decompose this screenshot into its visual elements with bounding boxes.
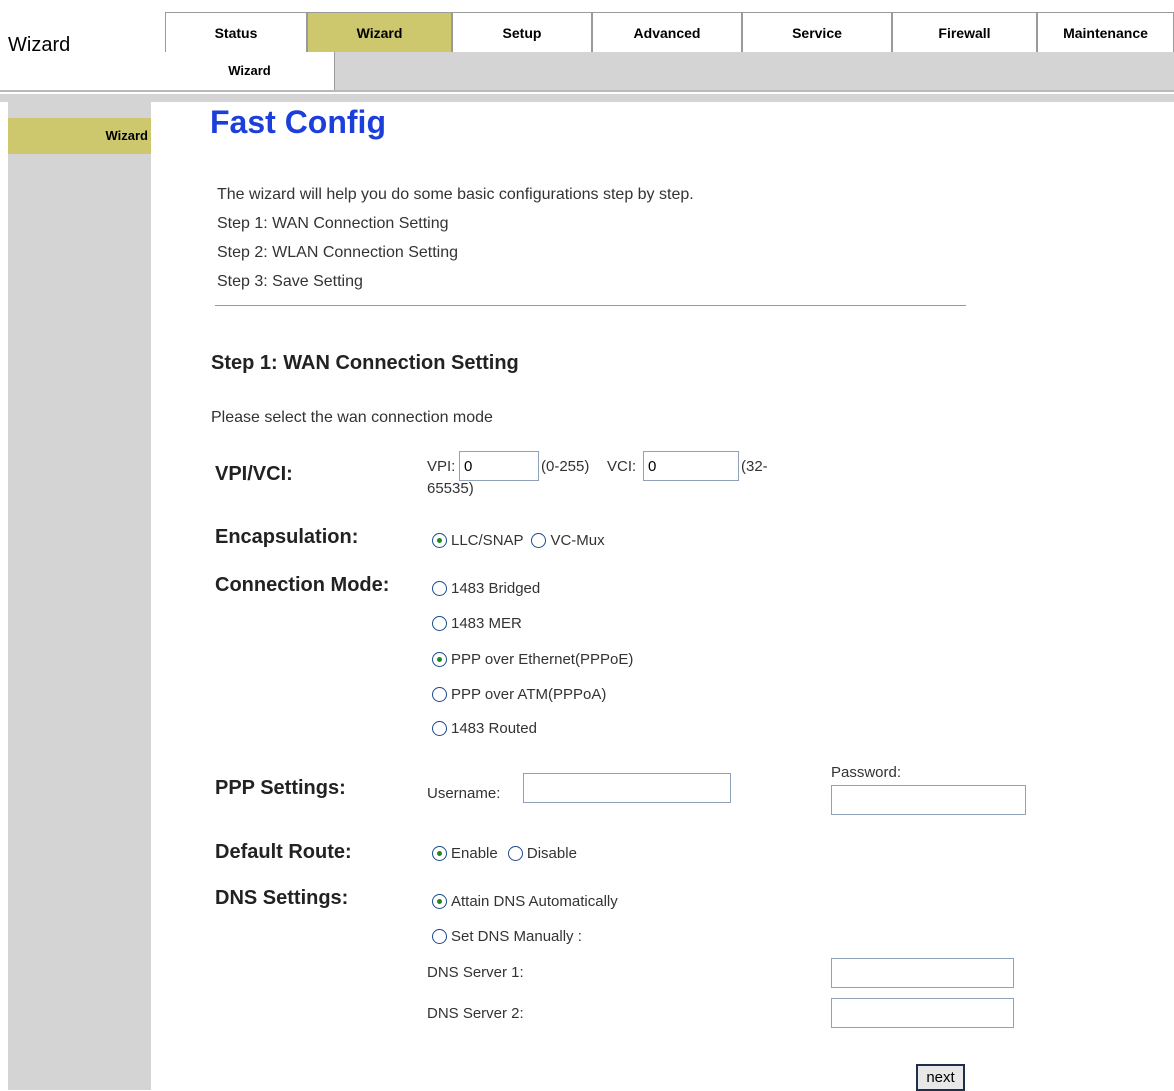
radio-label: PPP over Ethernet(PPPoE): [451, 651, 634, 668]
radio-disable[interactable]: [507, 846, 523, 861]
connection-option: 1483 Routed: [432, 720, 537, 737]
vci-label: VCI:: [607, 458, 637, 475]
radio-1483-routed[interactable]: [432, 721, 447, 736]
instruction-text: Please select the wan connection mode: [211, 409, 493, 426]
vpi-input[interactable]: [459, 451, 539, 481]
sidebar-item-wizard[interactable]: Wizard: [8, 118, 151, 154]
connection-option: 1483 Bridged: [432, 580, 540, 597]
vpi-range: (0-255): [541, 458, 590, 475]
radio-label: Set DNS Manually :: [451, 928, 582, 945]
step-heading: Step 1: WAN Connection Setting: [211, 352, 519, 374]
tab-wizard[interactable]: Wizard: [307, 12, 452, 52]
divider: [0, 94, 1174, 102]
encapsulation-options: LLC/SNAP VC-Mux: [432, 532, 605, 549]
radio-enable[interactable]: [432, 846, 447, 861]
dns-server2-field[interactable]: [831, 998, 1014, 1028]
page-title: Fast Config: [210, 104, 386, 140]
connection-mode-label: Connection Mode:: [215, 574, 390, 596]
radio-label: Enable: [451, 845, 498, 862]
radio-llc-snap[interactable]: [432, 533, 447, 548]
vpi-label: VPI:: [427, 458, 456, 475]
username-field[interactable]: [523, 773, 731, 803]
top-nav: Status Wizard Setup Advanced Service Fir…: [165, 12, 1174, 52]
page-heading: Wizard: [8, 34, 71, 56]
connection-option: 1483 MER: [432, 615, 522, 632]
password-label: Password:: [831, 764, 902, 781]
radio-label: 1483 Routed: [451, 720, 537, 737]
vci-range: 65535): [427, 480, 474, 497]
vci-input[interactable]: [643, 451, 739, 481]
tab-advanced[interactable]: Advanced: [592, 12, 742, 52]
radio-1483-mer[interactable]: [432, 616, 447, 631]
radio-label: 1483 Bridged: [451, 580, 541, 597]
next-button[interactable]: next: [916, 1064, 965, 1091]
default-route-options: Enable Disable: [432, 845, 577, 862]
subnav-item-wizard[interactable]: Wizard: [165, 52, 335, 90]
dns-server1-label: DNS Server 1:: [427, 964, 524, 981]
dns-server2-label: DNS Server 2:: [427, 1005, 524, 1022]
radio-label: PPP over ATM(PPPoA): [451, 686, 607, 703]
username-label: Username:: [427, 785, 501, 802]
tab-firewall[interactable]: Firewall: [892, 12, 1037, 52]
radio-pppoa[interactable]: [432, 687, 447, 702]
radio-1483-bridged[interactable]: [432, 581, 447, 596]
intro-line: Step 2: WLAN Connection Setting: [217, 244, 459, 261]
password-field[interactable]: [831, 785, 1026, 815]
intro-line: Step 1: WAN Connection Setting: [217, 215, 449, 232]
tab-service[interactable]: Service: [742, 12, 892, 52]
sub-nav: Wizard: [165, 52, 1174, 90]
dns-server1-field[interactable]: [831, 958, 1014, 988]
dns-option: Set DNS Manually :: [432, 928, 582, 945]
radio-dns-auto[interactable]: [432, 894, 447, 909]
default-route-label: Default Route:: [215, 841, 352, 863]
radio-pppoe[interactable]: [432, 652, 447, 667]
divider: [215, 305, 966, 306]
radio-label: Attain DNS Automatically: [451, 893, 618, 910]
connection-option: PPP over ATM(PPPoA): [432, 686, 606, 703]
intro-line: The wizard will help you do some basic c…: [217, 186, 694, 203]
radio-label: VC-Mux: [550, 532, 605, 549]
tab-setup[interactable]: Setup: [452, 12, 592, 52]
sidebar: Wizard: [8, 102, 151, 1090]
radio-dns-manual[interactable]: [432, 929, 447, 944]
vci-range: (32-: [741, 458, 768, 475]
encapsulation-label: Encapsulation:: [215, 526, 359, 548]
intro-text: The wizard will help you do some basic c…: [217, 180, 694, 296]
radio-label: 1483 MER: [451, 615, 522, 632]
dns-option: Attain DNS Automatically: [432, 893, 618, 910]
dns-settings-label: DNS Settings:: [215, 887, 349, 909]
radio-label: LLC/SNAP: [451, 532, 524, 549]
intro-line: Step 3: Save Setting: [217, 273, 363, 290]
radio-label: Disable: [526, 845, 577, 862]
radio-vc-mux[interactable]: [531, 533, 547, 548]
connection-option: PPP over Ethernet(PPPoE): [432, 651, 633, 668]
tab-status[interactable]: Status: [165, 12, 307, 52]
ppp-settings-label: PPP Settings:: [215, 777, 346, 799]
tab-maintenance[interactable]: Maintenance: [1037, 12, 1174, 52]
vpi-vci-label: VPI/VCI:: [215, 463, 293, 485]
divider: [0, 90, 1174, 92]
